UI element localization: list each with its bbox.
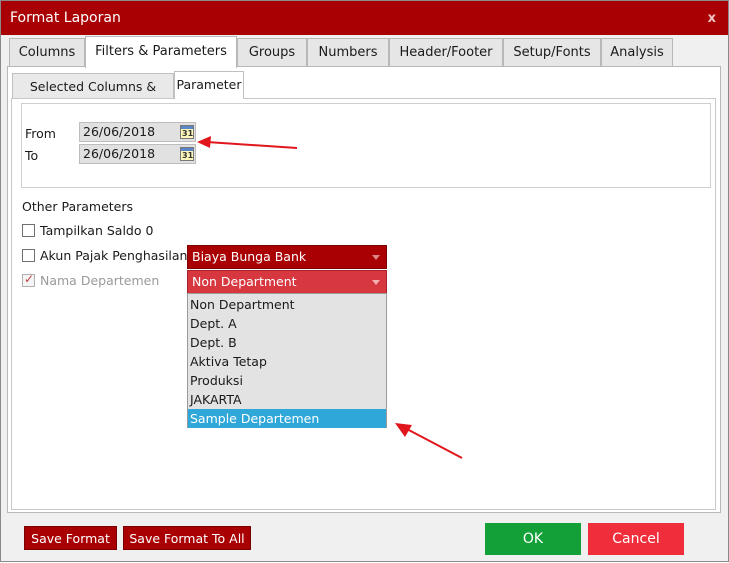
format-laporan-dialog: Format Laporan x Columns Filters & Param… xyxy=(0,0,729,562)
annotation-arrows xyxy=(197,136,463,459)
annotation-arrow-icon xyxy=(395,423,463,459)
tab-filters-parameters[interactable]: Filters & Parameters xyxy=(85,36,237,68)
annotation-arrow-icon xyxy=(197,136,298,149)
subtab-parameter[interactable]: Parameter xyxy=(174,71,244,99)
